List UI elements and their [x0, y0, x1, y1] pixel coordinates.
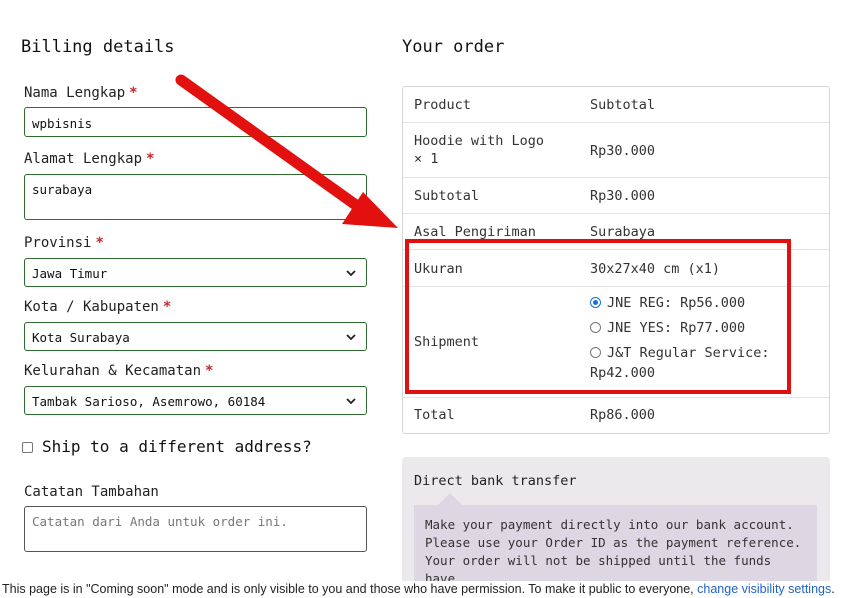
- kelurahan-label: Kelurahan & Kecamatan *: [24, 363, 214, 379]
- provinsi-label: Provinsi *: [24, 235, 104, 251]
- nama-input[interactable]: wpbisnis: [24, 107, 367, 137]
- billing-title: Billing details: [21, 37, 175, 57]
- ship-different-label[interactable]: Ship to a different address?: [42, 437, 312, 456]
- size-value: 30x27x40 cm (x1): [590, 261, 721, 277]
- kota-value: Kota Surabaya: [32, 330, 130, 345]
- subtotal-value: Rp30.000: [590, 188, 656, 204]
- order-title: Your order: [402, 37, 505, 57]
- required-mark: *: [205, 363, 214, 379]
- required-mark: *: [162, 299, 172, 315]
- row-divider: [403, 397, 829, 398]
- order-table: Product Subtotal Hoodie with Logo × 1 Rp…: [402, 86, 830, 434]
- required-mark: *: [95, 235, 104, 251]
- shipping-option-jne-yes[interactable]: JNE YES: Rp77.000: [607, 319, 745, 337]
- coming-soon-notice: This page is in "Coming soon" mode and i…: [0, 581, 859, 598]
- shipment-label: Shipment: [414, 334, 480, 350]
- payment-method-title[interactable]: Direct bank transfer: [414, 473, 577, 489]
- notes-label: Catatan Tambahan: [24, 484, 159, 500]
- shipping-option-jne-reg[interactable]: JNE REG: Rp56.000: [607, 294, 745, 312]
- total-label: Total: [414, 407, 455, 423]
- shipping-radio-jnt[interactable]: [590, 347, 601, 358]
- row-divider: [403, 213, 829, 214]
- shipping-option-jnt[interactable]: J&T Regular Service:: [607, 344, 770, 362]
- provinsi-select[interactable]: Jawa Timur: [24, 258, 367, 287]
- notes-textarea[interactable]: Catatan dari Anda untuk order ini.: [24, 506, 367, 552]
- change-visibility-link[interactable]: change visibility settings: [697, 582, 831, 596]
- kota-label: Kota / Kabupaten *: [24, 299, 172, 315]
- kota-select[interactable]: Kota Surabaya: [24, 322, 367, 351]
- kelurahan-value: Tambak Sarioso, Asemrowo, 60184: [32, 394, 266, 409]
- header-product: Product: [414, 97, 471, 113]
- required-mark: *: [146, 151, 155, 167]
- item-name: Hoodie with Logo × 1: [414, 133, 545, 167]
- provinsi-value: Jawa Timur: [32, 266, 108, 281]
- origin-value: Surabaya: [590, 224, 656, 240]
- chevron-down-icon: [346, 334, 356, 341]
- alamat-textarea[interactable]: surabaya: [24, 174, 367, 220]
- size-label: Ukuran: [414, 261, 463, 277]
- chevron-down-icon: [346, 398, 356, 405]
- subtotal-label: Subtotal: [414, 188, 480, 204]
- shipping-radio-jne-yes[interactable]: [590, 322, 601, 333]
- kelurahan-select[interactable]: Tambak Sarioso, Asemrowo, 60184: [24, 386, 367, 415]
- payment-methods: Direct bank transfer Make your payment d…: [402, 457, 830, 598]
- row-divider: [403, 249, 829, 250]
- origin-label: Asal Pengiriman: [414, 224, 536, 240]
- nama-label: Nama Lengkap *: [24, 85, 138, 101]
- item-price: Rp30.000: [590, 143, 656, 159]
- row-divider: [403, 177, 829, 178]
- chevron-down-icon: [346, 270, 356, 277]
- shipping-radio-jne-reg[interactable]: [590, 297, 601, 308]
- row-divider: [403, 122, 829, 123]
- total-value: Rp86.000: [590, 407, 656, 423]
- shipping-option-jnt-price: Rp42.000: [590, 365, 656, 381]
- payment-notch: [438, 493, 462, 505]
- ship-different-checkbox[interactable]: [22, 442, 33, 453]
- required-mark: *: [129, 85, 138, 101]
- header-subtotal: Subtotal: [590, 97, 656, 113]
- row-divider: [403, 286, 829, 287]
- alamat-label: Alamat Lengkap *: [24, 151, 155, 167]
